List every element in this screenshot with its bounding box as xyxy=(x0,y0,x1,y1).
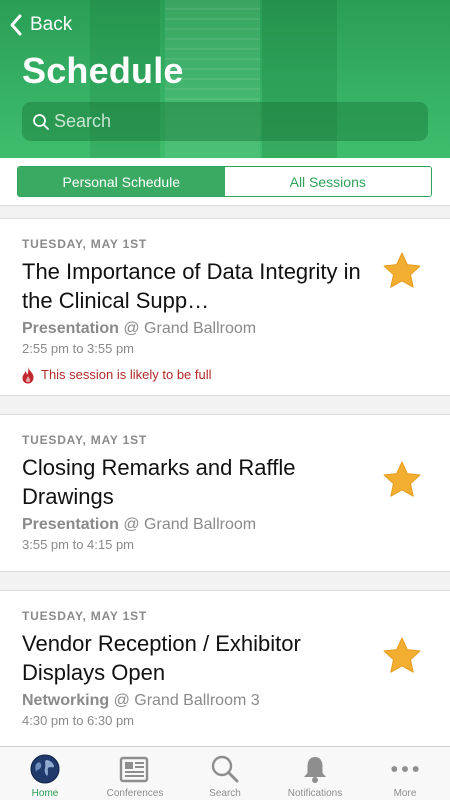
star-icon[interactable] xyxy=(382,251,422,291)
session-title: Vendor Reception / Exhibitor Displays Op… xyxy=(22,631,301,685)
warning-text: This session is likely to be full xyxy=(41,367,212,382)
search-icon xyxy=(209,753,241,785)
star-icon[interactable] xyxy=(382,636,422,676)
session-card[interactable]: TUESDAY, MAY 1ST Vendor Reception / Exhi… xyxy=(0,590,450,760)
session-location: @ Grand Ballroom xyxy=(118,320,257,337)
more-dots-icon xyxy=(389,753,421,785)
star-icon[interactable] xyxy=(382,460,422,500)
search-icon xyxy=(32,113,50,131)
segment-bar: Personal Schedule All Sessions xyxy=(0,158,450,206)
back-button[interactable]: Back xyxy=(8,10,72,40)
tab-label: Home xyxy=(31,788,59,799)
session-full-warning: This session is likely to be full xyxy=(22,366,370,384)
session-type: Presentation xyxy=(22,516,119,533)
session-meta: Presentation @ Grand Ballroom xyxy=(22,515,370,535)
session-card[interactable]: TUESDAY, MAY 1ST Closing Remarks and Raf… xyxy=(0,414,450,572)
flame-icon xyxy=(21,366,35,384)
bell-icon xyxy=(299,753,331,785)
session-meta: Networking @ Grand Ballroom 3 xyxy=(22,691,370,711)
session-date: TUESDAY, MAY 1ST xyxy=(22,237,148,251)
tab-more[interactable]: More xyxy=(360,747,450,800)
tab-label: Notifications xyxy=(287,788,343,799)
tab-home[interactable]: Home xyxy=(0,747,90,800)
session-location: @ Grand Ballroom 3 xyxy=(109,692,260,709)
session-list: TUESDAY, MAY 1ST The Importance of Data … xyxy=(0,218,450,778)
session-type: Presentation xyxy=(22,320,119,337)
session-date: TUESDAY, MAY 1ST xyxy=(22,609,148,623)
search-bar[interactable] xyxy=(22,102,428,141)
tab-search[interactable]: Search xyxy=(180,747,270,800)
tab-label: Search xyxy=(209,788,241,799)
session-card[interactable]: TUESDAY, MAY 1ST The Importance of Data … xyxy=(0,218,450,396)
page-title: Schedule xyxy=(22,50,184,91)
back-label: Back xyxy=(30,14,73,35)
chevron-left-icon xyxy=(8,12,30,38)
globe-icon xyxy=(29,753,61,785)
segment-personal-schedule[interactable]: Personal Schedule xyxy=(18,167,225,196)
newspaper-icon xyxy=(119,753,151,785)
session-title: Closing Remarks and Raffle Drawings xyxy=(22,455,296,509)
session-title: The Importance of Data Integrity in the … xyxy=(22,257,370,315)
session-meta: Presentation @ Grand Ballroom xyxy=(22,319,370,339)
session-title-text: The Importance of Data Integrity in the … xyxy=(22,259,361,313)
session-location: @ Grand Ballroom xyxy=(118,516,257,533)
tab-notifications[interactable]: Notifications xyxy=(270,747,360,800)
schedule-segmented-control: Personal Schedule All Sessions xyxy=(17,166,432,197)
session-type: Networking xyxy=(22,692,110,709)
tab-bar: Home Conferences Search Notifications Mo… xyxy=(0,746,450,800)
session-time: 4:30 pm to 6:30 pm xyxy=(22,713,135,728)
session-time: 2:55 pm to 3:55 pm xyxy=(22,341,135,356)
tab-conferences[interactable]: Conferences xyxy=(90,747,180,800)
tab-label: Conferences xyxy=(106,788,164,799)
session-time: 3:55 pm to 4:15 pm xyxy=(22,537,135,552)
header: Back Schedule xyxy=(0,0,450,158)
tab-label: More xyxy=(393,788,417,799)
session-date: TUESDAY, MAY 1ST xyxy=(22,433,148,447)
search-input[interactable] xyxy=(54,111,414,132)
segment-all-sessions[interactable]: All Sessions xyxy=(224,167,431,196)
